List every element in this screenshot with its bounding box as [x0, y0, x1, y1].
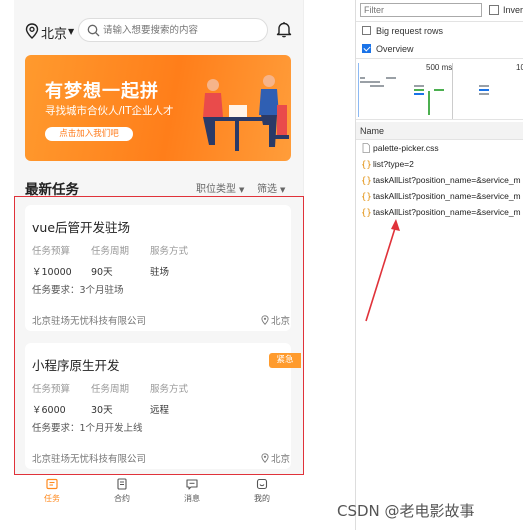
banner-subtitle: 寻找城市合伙人/IT企业人才 — [45, 105, 174, 117]
request-row[interactable]: {} list?type=2 — [361, 159, 414, 173]
invert-checkbox[interactable] — [489, 5, 499, 15]
banner-title: 有梦想一起拼 — [45, 81, 159, 102]
teamwork-illustration — [203, 75, 289, 151]
timeline-bars — [358, 63, 489, 117]
devtools-network-panel: Inver Big request rows Overview 500 ms 1… — [355, 0, 523, 530]
mode-value: 远程 — [150, 405, 170, 416]
task-requirement: 任务要求：1个月开发上线 — [32, 423, 143, 434]
task-requirement: 任务要求：3个月驻场 — [32, 285, 124, 296]
svg-text:{}: {} — [361, 177, 371, 186]
chevron-down-icon[interactable]: ▼ — [68, 27, 74, 36]
company-name: 北京驻场无忧科技有限公司 — [32, 316, 147, 327]
search-icon — [87, 24, 100, 37]
mobile-app-preview: 北京 ▼ 有梦想一起拼 寻找城市合伙人/IT企业人才 点击加入我们吧 — [14, 0, 304, 510]
location-pin-icon — [261, 315, 269, 325]
tab-label: 合约 — [114, 494, 130, 503]
urgent-badge: 紧急 — [269, 353, 301, 368]
profile-icon — [256, 478, 268, 490]
budget-label: 任务预算 — [32, 246, 71, 257]
budget-value: ￥10000 — [32, 267, 72, 278]
request-row[interactable]: {} taskAllList?position_name=&service_m — [361, 191, 521, 205]
task-card[interactable]: 小程序原生开发 紧急 任务预算 ￥6000 任务周期 30天 服务方式 远程 任… — [25, 343, 301, 469]
period-label: 任务周期 — [91, 384, 130, 395]
join-us-button[interactable]: 点击加入我们吧 — [45, 127, 133, 141]
period-value: 90天 — [91, 267, 113, 278]
task-icon — [46, 478, 58, 490]
request-row[interactable]: {} taskAllList?position_name=&service_m — [361, 207, 521, 221]
overview-label: Overview — [376, 44, 414, 54]
section-title: 最新任务 — [25, 182, 79, 198]
xhr-icon: {} — [361, 193, 371, 202]
carousel-indicator — [162, 151, 176, 155]
task-title: vue后管开发驻场 — [32, 220, 131, 235]
task-period: 任务周期 30天 — [91, 381, 129, 416]
big-rows-checkbox[interactable] — [362, 26, 371, 35]
tab-label: 消息 — [184, 494, 200, 503]
task-city: 北京 — [261, 313, 290, 327]
bottom-tab-bar: 任务 合约 消息 我的 — [14, 474, 304, 510]
css-file-icon — [362, 143, 370, 153]
search-bar[interactable] — [78, 18, 268, 42]
caret-down-icon: ▼ — [280, 186, 286, 194]
task-service-mode: 服务方式 远程 — [150, 381, 188, 416]
screen-filter[interactable]: 筛选 ▼ — [257, 180, 285, 195]
tab-label: 任务 — [44, 494, 60, 503]
svg-text:{}: {} — [361, 161, 371, 170]
big-rows-label: Big request rows — [376, 26, 444, 36]
big-request-rows-option[interactable]: Big request rows — [362, 26, 443, 40]
location-pin-icon[interactable] — [25, 23, 39, 39]
filter-input[interactable] — [360, 3, 482, 17]
contract-icon — [117, 478, 127, 490]
tab-task[interactable]: 任务 — [22, 478, 82, 504]
caret-down-icon: ▼ — [239, 186, 245, 194]
task-budget: 任务预算 ￥6000 — [32, 381, 70, 416]
task-period: 任务周期 90天 — [91, 243, 129, 278]
xhr-icon: {} — [361, 177, 371, 186]
tab-profile[interactable]: 我的 — [232, 478, 292, 504]
budget-label: 任务预算 — [32, 384, 71, 395]
tab-contract[interactable]: 合约 — [92, 478, 152, 504]
overview-checkbox[interactable] — [362, 44, 371, 53]
company-name: 北京驻场无忧科技有限公司 — [32, 454, 147, 465]
task-budget: 任务预算 ￥10000 — [32, 243, 72, 278]
bell-icon[interactable] — [276, 21, 292, 38]
location-pin-icon — [261, 453, 269, 463]
overview-option[interactable]: Overview — [362, 44, 414, 58]
name-column-header[interactable]: Name — [356, 122, 523, 140]
task-city: 北京 — [261, 451, 290, 465]
message-icon — [186, 479, 198, 490]
watermark: CSDN @老电影故事 — [337, 502, 475, 520]
tab-message[interactable]: 消息 — [162, 478, 222, 504]
job-type-filter[interactable]: 职位类型 ▼ — [196, 180, 244, 195]
city-selector[interactable]: 北京 — [41, 23, 67, 42]
mode-label: 服务方式 — [150, 384, 189, 395]
network-overview-timeline[interactable]: 500 ms 10 — [356, 58, 523, 120]
svg-text:{}: {} — [361, 209, 371, 218]
task-service-mode: 服务方式 驻场 — [150, 243, 188, 278]
mode-value: 驻场 — [150, 267, 170, 278]
mode-label: 服务方式 — [150, 246, 189, 257]
task-card[interactable]: vue后管开发驻场 任务预算 ￥10000 任务周期 90天 服务方式 驻场 任… — [25, 205, 291, 331]
svg-text:{}: {} — [361, 193, 371, 202]
period-label: 任务周期 — [91, 246, 130, 257]
filter-toolbar: Inver — [356, 0, 523, 22]
invert-label: Inver — [503, 5, 523, 15]
promo-banner[interactable]: 有梦想一起拼 寻找城市合伙人/IT企业人才 点击加入我们吧 — [25, 55, 291, 161]
top-bar: 北京 ▼ — [14, 14, 304, 48]
request-row[interactable]: palette-picker.css — [361, 143, 439, 157]
search-input[interactable] — [103, 19, 263, 41]
xhr-icon: {} — [361, 161, 371, 170]
task-title: 小程序原生开发 — [32, 358, 120, 373]
budget-value: ￥6000 — [32, 405, 66, 416]
xhr-icon: {} — [361, 209, 371, 218]
tab-label: 我的 — [254, 494, 270, 503]
period-value: 30天 — [91, 405, 113, 416]
request-row[interactable]: {} taskAllList?position_name=&service_m — [361, 175, 521, 189]
